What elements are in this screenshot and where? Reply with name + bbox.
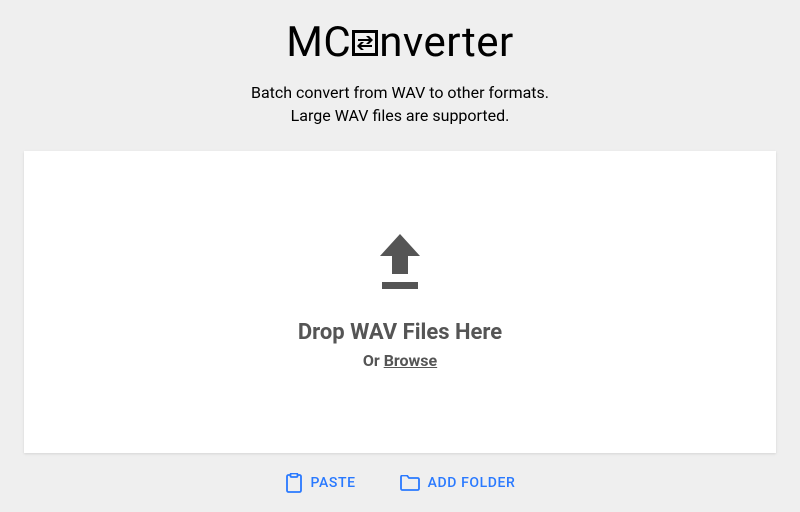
logo-text-pre: MC	[286, 18, 351, 67]
folder-icon	[400, 475, 420, 491]
add-folder-button[interactable]: ADD FOLDER	[400, 473, 516, 493]
app-logo: MC nverter	[251, 18, 549, 67]
header: MC nverter Batch convert from WAV to oth…	[251, 0, 549, 151]
file-dropzone[interactable]: Drop WAV Files Here Or Browse	[24, 151, 776, 453]
convert-icon	[352, 30, 378, 56]
paste-label: PASTE	[311, 475, 356, 491]
paste-button[interactable]: PASTE	[285, 473, 356, 493]
browse-link[interactable]: Browse	[384, 351, 437, 370]
actions-bar: PASTE ADD FOLDER	[285, 473, 516, 493]
subtitle-line2: Large WAV files are supported.	[251, 104, 549, 127]
logo-text-post: nverter	[379, 18, 514, 67]
subtitle: Batch convert from WAV to other formats.…	[251, 81, 549, 127]
add-folder-label: ADD FOLDER	[428, 475, 516, 491]
dropzone-subtitle: Or Browse	[363, 351, 437, 370]
dropzone-or: Or	[363, 351, 384, 370]
dropzone-title: Drop WAV Files Here	[298, 320, 502, 345]
clipboard-icon	[285, 473, 303, 493]
subtitle-line1: Batch convert from WAV to other formats.	[251, 81, 549, 104]
upload-icon	[375, 234, 425, 290]
